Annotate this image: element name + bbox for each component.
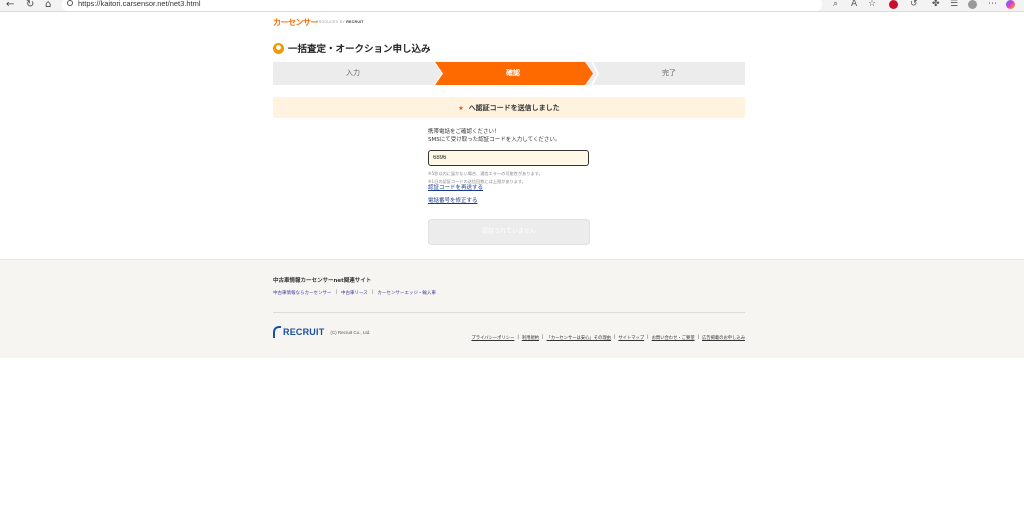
favorite-star-icon[interactable]: ☆ <box>868 0 876 9</box>
browser-toolbar: ← ↻ ⌂ https://kaitori.carsensor.net/net3… <box>0 0 1024 12</box>
progress-steps: 入力 確認 完了 <box>273 62 745 85</box>
verification-code-input[interactable] <box>428 150 589 166</box>
produced-by-recruit: PRODUCED BY RECRUIT <box>316 20 364 24</box>
footer-link[interactable]: 中古車リース <box>341 290 368 296</box>
notice-text: へ認証コードを送信しました <box>468 103 560 112</box>
url-text: https://kaitori.carsensor.net/net3.html <box>78 0 201 8</box>
resend-code-link[interactable]: 認証コードを再送する <box>428 183 483 191</box>
safety-reason-link[interactable]: 「カーセンサーは安心」その理由 <box>546 335 610 341</box>
separator: | <box>613 335 616 340</box>
edit-phone-link[interactable]: 電話番号を修正する <box>428 196 478 204</box>
separator: | <box>697 335 700 340</box>
contact-link[interactable]: お問い合わせ・ご要望 <box>652 335 695 341</box>
page-title-text: 一括査定・オークション申し込み <box>288 44 431 55</box>
site-info-icon[interactable] <box>67 0 73 6</box>
address-bar[interactable]: https://kaitori.carsensor.net/net3.html <box>62 0 822 11</box>
page-title: 一括査定・オークション申し込み <box>273 41 431 55</box>
recruit-logo-text: RECRUIT <box>283 327 325 337</box>
notice-banner: ★ へ認証コードを送信しました <box>273 97 745 118</box>
separator: | <box>647 335 649 340</box>
note-line: ※5秒以内に届かない場合、通信エラーの可能性があります。 <box>428 171 543 176</box>
refresh-icon[interactable]: ↻ <box>26 0 34 10</box>
extension-sync-icon[interactable]: ↺ <box>910 0 918 9</box>
recruit-mark-icon <box>273 326 281 338</box>
step-complete: 完了 <box>662 69 676 77</box>
read-aloud-icon[interactable]: A <box>851 0 857 9</box>
alert-star-icon: ★ <box>458 105 464 112</box>
zoom-icon[interactable]: ⌕ <box>833 0 838 9</box>
extension-icon[interactable] <box>889 0 898 9</box>
more-menu-icon[interactable]: ⋯ <box>988 0 997 9</box>
profile-avatar-icon[interactable] <box>968 0 977 9</box>
sitemap-link[interactable]: サイトマップ <box>618 335 644 341</box>
separator: | <box>517 335 519 340</box>
footer-divider <box>273 312 745 313</box>
terms-link[interactable]: 利用規約 <box>522 335 539 341</box>
footer-link[interactable]: カーセンサーエッジ・輸入車 <box>377 290 436 296</box>
footer-title: 中古車情報カーセンサーnet関連サイト <box>273 278 372 284</box>
ad-application-link[interactable]: 広告掲載のお申し込み <box>702 335 745 341</box>
favorites-icon[interactable]: ☰ <box>950 0 958 9</box>
produced-brand-text: RECRUIT <box>346 20 364 24</box>
footer-bottom-links: プライバシーポリシー | 利用規約 | 「カーセンサーは安心」その理由 | サイ… <box>471 335 745 341</box>
step-confirm: 確認 <box>506 69 520 77</box>
recruit-logo[interactable]: RECRUIT (C) Recruit Co., Ltd. <box>273 326 370 338</box>
footer: 中古車情報カーセンサーnet関連サイト 中古車情報ならカーセンサー | 中古車リ… <box>0 259 1024 358</box>
instruction-line: SMSにて受け取った認証コードを入力してください。 <box>428 137 561 143</box>
back-arrow-icon[interactable]: ← <box>6 0 14 10</box>
copilot-icon[interactable] <box>1006 0 1015 9</box>
copyright: (C) Recruit Co., Ltd. <box>330 329 371 335</box>
carsensor-logo[interactable]: カーセンサー <box>273 17 319 28</box>
separator: | <box>335 290 338 295</box>
privacy-policy-link[interactable]: プライバシーポリシー <box>471 335 514 341</box>
step-input: 入力 <box>346 69 360 77</box>
extensions-puzzle-icon[interactable]: ✤ <box>932 0 940 9</box>
instruction-line: 携帯電話をご確認ください！ <box>428 129 500 135</box>
submit-button[interactable]: 認証されていません <box>428 219 590 245</box>
footer-related-links: 中古車情報ならカーセンサー | 中古車リース | カーセンサーエッジ・輸入車 <box>273 290 436 296</box>
separator: | <box>371 290 374 295</box>
instructions: 携帯電話をご確認ください！ SMSにて受け取った認証コードを入力してください。 <box>428 128 560 144</box>
person-icon <box>273 42 284 54</box>
produced-by-text: PRODUCED BY <box>316 20 345 24</box>
separator: | <box>542 335 544 340</box>
home-icon[interactable]: ⌂ <box>45 0 51 10</box>
footer-link[interactable]: 中古車情報ならカーセンサー <box>273 290 332 296</box>
